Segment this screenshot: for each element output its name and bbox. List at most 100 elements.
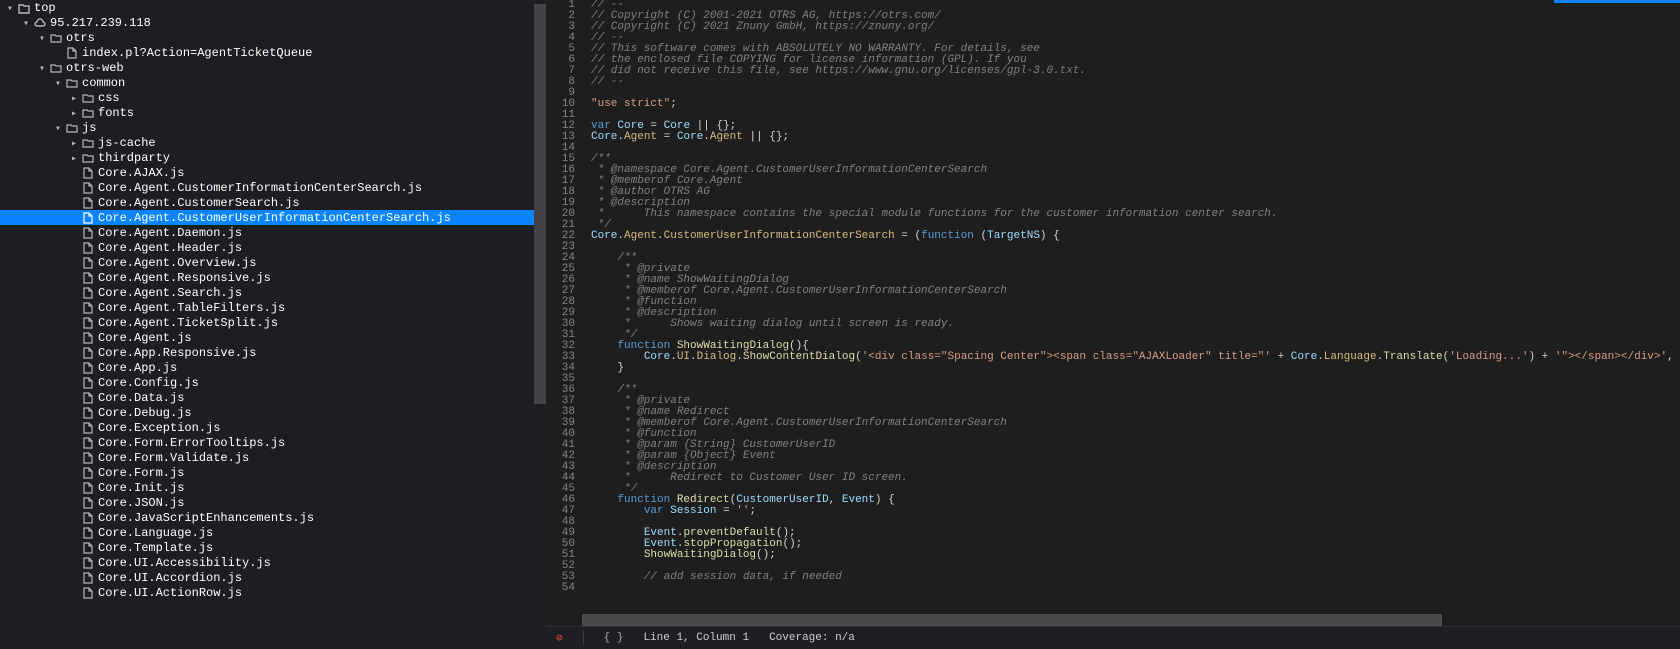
tree-item-core-form-errortooltips-js[interactable]: Core.Form.ErrorTooltips.js	[0, 435, 546, 450]
tree-item-core-exception-js[interactable]: Core.Exception.js	[0, 420, 546, 435]
tree-item-95-217-239-118[interactable]: 95.217.239.118	[0, 15, 546, 30]
tree-item-core-agent-daemon-js[interactable]: Core.Agent.Daemon.js	[0, 225, 546, 240]
tree-item-label: Core.Init.js	[96, 481, 184, 495]
tree-expand-toggle[interactable]	[68, 106, 80, 120]
status-coverage[interactable]: Coverage: n/a	[759, 632, 865, 644]
code-line[interactable]: * @memberof Core.Agent.CustomerUserInfor…	[591, 286, 1680, 297]
tree-item-core-agent-customeruserinformationcentersearch-js[interactable]: Core.Agent.CustomerUserInformationCenter…	[0, 210, 546, 225]
tree-expand-toggle[interactable]	[68, 91, 80, 105]
code-token: .	[670, 351, 677, 363]
tree-item-core-template-js[interactable]: Core.Template.js	[0, 540, 546, 555]
tree-item-core-agent-ticketsplit-js[interactable]: Core.Agent.TicketSplit.js	[0, 315, 546, 330]
tree-item-core-agent-tablefilters-js[interactable]: Core.Agent.TableFilters.js	[0, 300, 546, 315]
code-line[interactable]: * Shows waiting dialog until screen is r…	[591, 319, 1680, 330]
tree-item-fonts[interactable]: fonts	[0, 105, 546, 120]
tree-item-core-ui-accessibility-js[interactable]: Core.UI.Accessibility.js	[0, 555, 546, 570]
tree-item-label: index.pl?Action=AgentTicketQueue	[80, 46, 312, 60]
code-line[interactable]: var Session = '';	[591, 506, 1680, 517]
code-line[interactable]: // did not receive this file, see https:…	[591, 66, 1680, 77]
tree-item-core-data-js[interactable]: Core.Data.js	[0, 390, 546, 405]
code-line[interactable]: * @function	[591, 297, 1680, 308]
code-line[interactable]: * @namespace Core.Agent.CustomerUserInfo…	[591, 165, 1680, 176]
tree-item-core-language-js[interactable]: Core.Language.js	[0, 525, 546, 540]
tree-item-js[interactable]: js	[0, 120, 546, 135]
tree-item-core-app-js[interactable]: Core.App.js	[0, 360, 546, 375]
tree-item-core-agent-header-js[interactable]: Core.Agent.Header.js	[0, 240, 546, 255]
tree-item-core-agent-customersearch-js[interactable]: Core.Agent.CustomerSearch.js	[0, 195, 546, 210]
tree-item-core-form-validate-js[interactable]: Core.Form.Validate.js	[0, 450, 546, 465]
code-line[interactable]: Core.Agent = Core.Agent || {};	[591, 132, 1680, 143]
tree-item-core-json-js[interactable]: Core.JSON.js	[0, 495, 546, 510]
tree-item-thirdparty[interactable]: thirdparty	[0, 150, 546, 165]
code-line[interactable]	[591, 583, 1680, 594]
tree-item-core-init-js[interactable]: Core.Init.js	[0, 480, 546, 495]
code-editor[interactable]: 1234567891011121314151617181920212223242…	[546, 0, 1680, 649]
file-tree-panel[interactable]: top95.217.239.118otrsindex.pl?Action=Age…	[0, 0, 546, 649]
code-line[interactable]: // Copyright (C) 2021 Znuny GmbH, https:…	[591, 22, 1680, 33]
tree-item-core-ajax-js[interactable]: Core.AJAX.js	[0, 165, 546, 180]
tree-expand-toggle[interactable]	[52, 121, 64, 135]
file-icon	[80, 557, 96, 569]
code-area[interactable]: // --// Copyright (C) 2001-2021 OTRS AG,…	[581, 0, 1680, 614]
tree-item-core-agent-responsive-js[interactable]: Core.Agent.Responsive.js	[0, 270, 546, 285]
tree-item-css[interactable]: css	[0, 90, 546, 105]
status-braces[interactable]: { }	[594, 632, 634, 644]
tree-expand-toggle[interactable]	[20, 16, 32, 30]
code-line[interactable]: // add session data, if needed	[591, 572, 1680, 583]
tree-expand-toggle[interactable]	[68, 136, 80, 150]
code-line[interactable]: /**	[591, 253, 1680, 264]
code-token: Core	[591, 230, 617, 242]
code-line[interactable]: Core.UI.Dialog.ShowContentDialog('<div c…	[591, 352, 1680, 363]
tree-item-core-agent-js[interactable]: Core.Agent.js	[0, 330, 546, 345]
tree-expand-toggle[interactable]	[36, 31, 48, 45]
code-line[interactable]: /**	[591, 385, 1680, 396]
code-line[interactable]: * @memberof Core.Agent	[591, 176, 1680, 187]
tree-item-label: thirdparty	[96, 151, 170, 165]
code-line[interactable]: }	[591, 363, 1680, 374]
code-line[interactable]: Core.Agent.CustomerUserInformationCenter…	[591, 231, 1680, 242]
file-icon	[80, 452, 96, 464]
editor-horizontal-scrollbar-thumb[interactable]	[582, 614, 1442, 626]
code-line[interactable]: * @author OTRS AG	[591, 187, 1680, 198]
code-line[interactable]	[591, 143, 1680, 154]
code-line[interactable]: * Redirect to Customer User ID screen.	[591, 473, 1680, 484]
code-line[interactable]: // --	[591, 77, 1680, 88]
sidebar-scrollbar-track[interactable]	[534, 0, 546, 649]
tree-item-core-debug-js[interactable]: Core.Debug.js	[0, 405, 546, 420]
tree-item-core-agent-search-js[interactable]: Core.Agent.Search.js	[0, 285, 546, 300]
status-line-column[interactable]: Line 1, Column 1	[633, 632, 759, 644]
tree-item-core-javascriptenhancements-js[interactable]: Core.JavaScriptEnhancements.js	[0, 510, 546, 525]
tree-item-otrs[interactable]: otrs	[0, 30, 546, 45]
code-line[interactable]: * @memberof Core.Agent.CustomerUserInfor…	[591, 418, 1680, 429]
tree-item-core-agent-customerinformationcentersearch-js[interactable]: Core.Agent.CustomerInformationCenterSear…	[0, 180, 546, 195]
tree-item-core-app-responsive-js[interactable]: Core.App.Responsive.js	[0, 345, 546, 360]
code-line[interactable]: ShowWaitingDialog();	[591, 550, 1680, 561]
status-error-indicator[interactable]: ⊘	[546, 631, 573, 645]
code-line[interactable]	[591, 88, 1680, 99]
code-line[interactable]: * @param {Object} Event	[591, 451, 1680, 462]
code-token: +	[1271, 351, 1291, 363]
sidebar-scrollbar-thumb[interactable]	[534, 4, 546, 404]
tree-item-common[interactable]: common	[0, 75, 546, 90]
tree-item-index-pl-action-agentticketqueue[interactable]: index.pl?Action=AgentTicketQueue	[0, 45, 546, 60]
tree-item-core-agent-overview-js[interactable]: Core.Agent.Overview.js	[0, 255, 546, 270]
code-line[interactable]	[591, 242, 1680, 253]
tree-expand-toggle[interactable]	[52, 76, 64, 90]
tree-expand-toggle[interactable]	[4, 1, 16, 15]
tree-item-js-cache[interactable]: js-cache	[0, 135, 546, 150]
tree-item-core-config-js[interactable]: Core.Config.js	[0, 375, 546, 390]
tree-item-core-form-js[interactable]: Core.Form.js	[0, 465, 546, 480]
tree-expand-toggle[interactable]	[36, 61, 48, 75]
tree-item-core-ui-actionrow-js[interactable]: Core.UI.ActionRow.js	[0, 585, 546, 600]
code-token: ) +	[1528, 351, 1554, 363]
code-line[interactable]: * This namespace contains the special mo…	[591, 209, 1680, 220]
editor-horizontal-scrollbar-track[interactable]	[546, 614, 1680, 626]
tree-item-label: Core.Form.js	[96, 466, 184, 480]
tree-expand-toggle[interactable]	[68, 151, 80, 165]
code-line[interactable]: * @private	[591, 396, 1680, 407]
tree-item-otrs-web[interactable]: otrs-web	[0, 60, 546, 75]
code-line[interactable]	[591, 110, 1680, 121]
code-line[interactable]	[591, 374, 1680, 385]
tree-item-core-ui-accordion-js[interactable]: Core.UI.Accordion.js	[0, 570, 546, 585]
code-line[interactable]: "use strict";	[591, 99, 1680, 110]
